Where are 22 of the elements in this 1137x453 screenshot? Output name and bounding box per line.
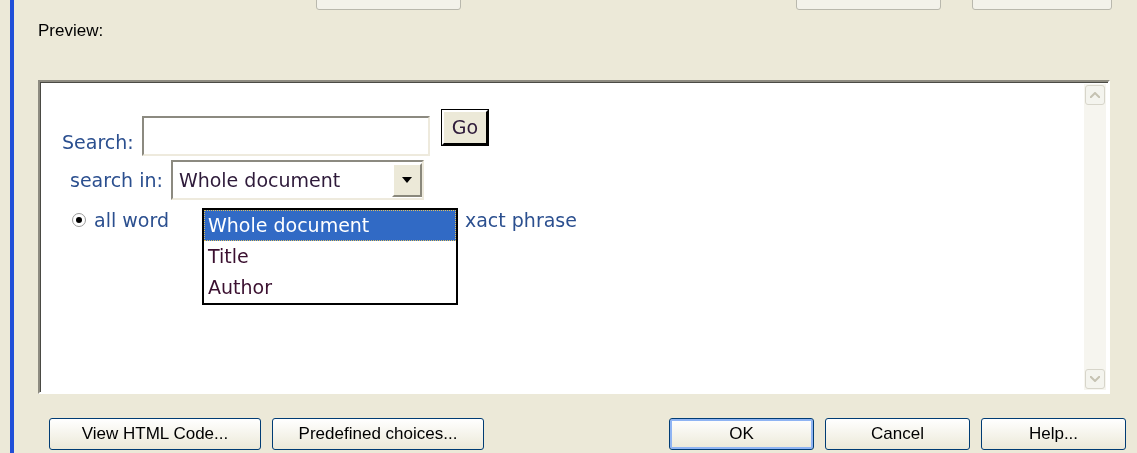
dropdown-option[interactable]: Author — [204, 272, 456, 303]
dialog-button[interactable]: OK — [669, 418, 814, 450]
dropdown-option[interactable]: Title — [204, 241, 456, 272]
preview-label: Preview: — [38, 20, 104, 42]
search-label: Search: — [62, 129, 134, 155]
scroll-up-icon — [1090, 92, 1100, 98]
dialog-button[interactable]: Cancel — [825, 418, 970, 450]
dialog-button[interactable]: View HTML Code... — [49, 418, 261, 450]
radio-button[interactable] — [72, 213, 86, 228]
search-in-dropdown[interactable]: Whole document — [170, 160, 424, 200]
search-in-label: search in: — [70, 167, 163, 193]
dialog-button[interactable]: Predefined choices... — [272, 418, 484, 450]
scrollbar[interactable] — [1084, 84, 1106, 390]
radio-label: all word — [94, 208, 169, 233]
scroll-down-button[interactable] — [1085, 369, 1105, 389]
radio-label: xact phrase — [464, 208, 577, 233]
scroll-up-button[interactable] — [1085, 85, 1105, 105]
go-button[interactable]: Go — [441, 110, 489, 145]
search-field[interactable] — [141, 116, 430, 156]
scroll-down-icon — [1090, 376, 1100, 382]
dropdown-option[interactable]: Whole document — [204, 210, 456, 241]
dialog-button[interactable]: Help... — [981, 418, 1126, 450]
